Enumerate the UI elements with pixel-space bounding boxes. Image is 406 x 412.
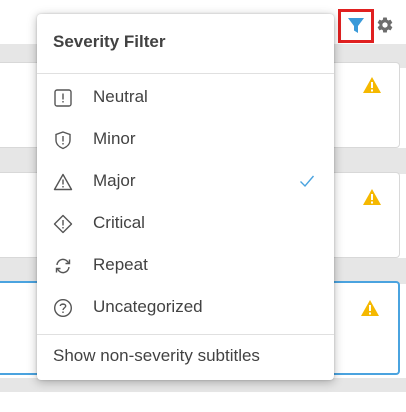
menu-item-repeat[interactable]: Repeat: [37, 245, 334, 287]
circle-question-icon: [53, 298, 73, 318]
menu-item-critical[interactable]: Critical: [37, 203, 334, 245]
warning-icon: [363, 189, 381, 205]
checkmark-icon: [300, 175, 315, 188]
severity-filter-menu: Severity Filter Neutral Minor Major Crit…: [37, 14, 334, 380]
square-exclamation-icon: [54, 89, 72, 107]
warning-icon: [361, 300, 379, 316]
diamond-exclamation-icon: [53, 214, 73, 234]
menu-item-uncategorized[interactable]: Uncategorized: [37, 287, 334, 329]
warning-icon: [363, 77, 381, 93]
menu-item-label: Uncategorized: [93, 297, 203, 316]
gear-icon[interactable]: [376, 16, 394, 34]
menu-title: Severity Filter: [53, 32, 166, 51]
menu-item-label: Neutral: [93, 87, 148, 106]
menu-item-label: Major: [93, 171, 136, 190]
triangle-exclamation-icon: [53, 173, 73, 191]
filter-icon: [348, 18, 364, 33]
menu-item-label: Repeat: [93, 255, 148, 274]
divider: [37, 73, 334, 74]
menu-item-major[interactable]: Major: [37, 161, 334, 203]
menu-item-label: Critical: [93, 213, 145, 232]
menu-item-minor[interactable]: Minor: [37, 119, 334, 161]
divider: [37, 334, 334, 335]
shield-exclamation-icon: [55, 131, 71, 150]
menu-item-label: Minor: [93, 129, 136, 148]
filter-button[interactable]: [338, 9, 374, 43]
menu-item-neutral[interactable]: Neutral: [37, 77, 334, 119]
list-background-band: [0, 378, 406, 392]
show-non-severity-subtitles-option[interactable]: Show non-severity subtitles: [53, 346, 260, 366]
repeat-icon: [55, 258, 71, 274]
